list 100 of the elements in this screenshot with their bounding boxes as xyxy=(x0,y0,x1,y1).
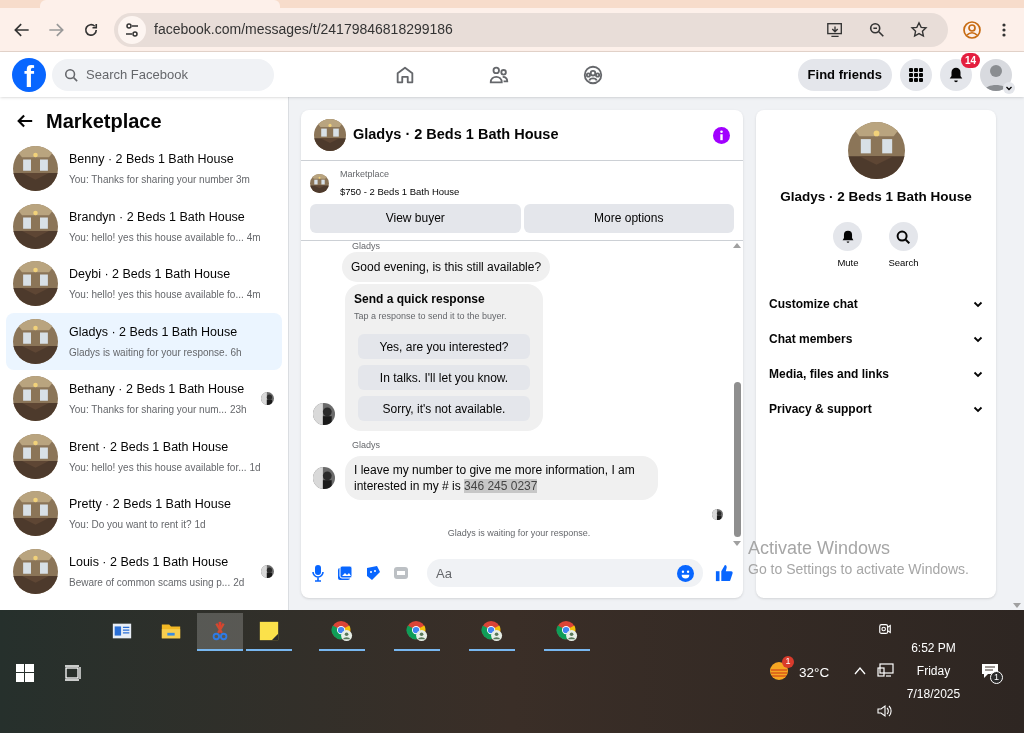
section-row[interactable]: Privacy & support xyxy=(769,391,983,427)
message-time: 3m xyxy=(236,173,250,188)
quick-reply-button[interactable]: Sorry, it's not available. xyxy=(358,396,530,422)
quick-reply-button[interactable]: In talks. I'll let you know. xyxy=(358,365,530,391)
card-title: Send a quick response xyxy=(354,290,486,308)
network-icon[interactable] xyxy=(877,663,894,678)
sender-name: Gladys xyxy=(352,240,381,251)
emoji-icon[interactable] xyxy=(677,564,694,582)
message-bar[interactable]: Aa xyxy=(427,559,703,587)
address-bar[interactable]: facebook.com/messages/t/24179846818299186 xyxy=(114,12,948,47)
conversation-name: Benny · 2 Beds 1 Bath House xyxy=(69,151,235,169)
search-icon xyxy=(64,67,78,82)
message-preview: You: hello! yes this house available fo... xyxy=(69,230,244,245)
activation-title: Activate Windows xyxy=(748,537,892,559)
zoom-icon[interactable] xyxy=(868,20,886,39)
action-button[interactable]: View buyer xyxy=(310,203,521,233)
microphone-icon[interactable] xyxy=(311,564,325,582)
message-preview: You: hello! yes this house available fo... xyxy=(69,288,244,303)
clock[interactable]: 6:52 PM Friday 7/18/2025 xyxy=(896,640,971,702)
section-row[interactable]: Chat members xyxy=(769,321,983,357)
grid-icon xyxy=(908,66,924,83)
conversation-item[interactable]: Brandyn · 2 Beds 1 Bath House You: hello! yes this house available fo... 4m xyxy=(6,197,282,255)
action-label: Search xyxy=(888,256,919,271)
conversation-name: Deybi · 2 Beds 1 Bath House xyxy=(69,266,232,284)
message-time: 1d xyxy=(194,518,206,533)
chevron-icon xyxy=(973,369,983,379)
conversation-item[interactable]: Louis · 2 Beds 1 Bath House Beware of common scams using p... 2d xyxy=(6,542,282,600)
chrome-icon xyxy=(556,620,578,642)
conversation-item[interactable]: Gladys · 2 Beds 1 Bath House Gladys is waiting for your response. 6h xyxy=(6,312,282,370)
chevron-icon[interactable] xyxy=(1003,81,1015,94)
sidebar-title: Marketplace xyxy=(46,109,162,134)
notification-badge: 14 xyxy=(960,52,980,68)
conversation-name: Gladys · 2 Beds 1 Bath House xyxy=(69,323,239,341)
profile-icon[interactable] xyxy=(962,19,982,40)
notes-icon xyxy=(258,620,280,642)
chevron-icon xyxy=(973,404,983,414)
info-icon[interactable] xyxy=(713,126,730,144)
message-preview: You: Thanks for sharing your number xyxy=(69,173,233,188)
message-time: 4m xyxy=(246,230,261,245)
back-arrow-icon[interactable] xyxy=(16,112,34,130)
chrome-icon xyxy=(331,620,353,642)
thumbs-up-icon[interactable] xyxy=(715,564,733,582)
site-info-button[interactable] xyxy=(118,15,146,44)
status-text: Gladys is waiting for your response. xyxy=(447,527,591,539)
section-row[interactable]: Media, files and links xyxy=(769,356,983,392)
photo-icon[interactable] xyxy=(337,565,353,581)
message-bubble: Good evening, is this still available? xyxy=(342,251,551,282)
message-preview: Gladys is waiting for your response. xyxy=(69,345,228,360)
message-field[interactable]: Aa xyxy=(436,560,677,586)
chevron-up-icon[interactable] xyxy=(854,666,866,676)
weather-badge: 1 xyxy=(782,656,794,668)
camera-icon[interactable] xyxy=(878,622,892,636)
conversation-item[interactable]: Deybi · 2 Beds 1 Bath House You: hello! yes this house available fo... 4m xyxy=(6,255,282,313)
quick-reply-button[interactable]: Yes, are you interested? xyxy=(358,334,530,360)
menu-button[interactable] xyxy=(900,58,932,91)
action-button[interactable]: More options xyxy=(523,203,734,233)
windows-start-icon[interactable] xyxy=(16,664,34,682)
message-preview: You: Do you want to rent it? xyxy=(69,518,192,533)
action-label: Mute xyxy=(837,256,859,271)
chrome-icon xyxy=(406,620,428,642)
find-friends-button[interactable]: Find friends xyxy=(797,58,892,91)
message-time: 4m xyxy=(246,288,261,303)
conversation-name: Brandyn · 2 Beds 1 Bath House xyxy=(69,208,246,226)
conversation-name: Bethany · 2 Beds 1 Bath House xyxy=(69,381,246,399)
search-button[interactable] xyxy=(889,222,918,252)
message-time: 1d xyxy=(249,460,261,475)
message-time: 6h xyxy=(230,345,242,360)
message-time: 23h xyxy=(229,403,247,418)
message-bubble: I leave my number to give me more information, I am interested in my # is 346 245 0237 xyxy=(345,455,658,500)
speaker-icon[interactable] xyxy=(877,704,893,718)
sun-icon[interactable] xyxy=(768,660,790,682)
details-title: Gladys · 2 Beds 1 Bath House xyxy=(780,188,972,206)
star-icon[interactable] xyxy=(910,20,928,39)
notification-count: 1 xyxy=(990,671,1003,684)
facebook-logo[interactable]: f xyxy=(12,57,46,92)
conversation-name: Pretty · 2 Beds 1 Bath House xyxy=(69,496,232,514)
chevron-icon xyxy=(973,334,983,344)
conversation-name: Brent · 2 Beds 1 Bath House xyxy=(69,438,230,456)
listing-title: $750 - 2 Beds 1 Bath House xyxy=(340,184,460,199)
chevron-icon xyxy=(973,299,983,309)
install-icon[interactable] xyxy=(826,20,844,39)
conversation-item[interactable]: Brent · 2 Beds 1 Bath House You: hello! yes this house available for... 1d xyxy=(6,427,282,485)
search-bar[interactable]: Search Facebook xyxy=(52,58,274,91)
conversation-item[interactable]: Benny · 2 Beds 1 Bath House You: Thanks for sharing your number 3m xyxy=(6,140,282,198)
section-row[interactable]: Customize chat xyxy=(769,286,983,322)
search-field[interactable]: Search Facebook xyxy=(86,59,256,90)
message-preview: You: Thanks for sharing your num... xyxy=(69,403,227,418)
activation-subtitle: Go to Settings to activate Windows. xyxy=(748,560,969,579)
groups-icon[interactable] xyxy=(582,63,604,86)
temperature-text: 32°C xyxy=(799,664,830,682)
conversation-name: Louis · 2 Beds 1 Bath House xyxy=(69,553,230,571)
chat-title: Gladys · 2 Beds 1 Bath House xyxy=(353,125,560,145)
listing-label: Marketplace xyxy=(340,168,391,181)
task-view-icon[interactable] xyxy=(64,664,82,682)
message-time: 2d xyxy=(233,575,245,590)
conversation-item[interactable]: Pretty · 2 Beds 1 Bath House You: Do you want to rent it? 1d xyxy=(6,485,282,543)
conversation-item[interactable]: Bethany · 2 Beds 1 Bath House You: Thanks for sharing your num... 23h xyxy=(6,370,282,428)
sticker-icon[interactable] xyxy=(365,565,381,581)
tune-icon xyxy=(124,21,140,38)
mute-button[interactable] xyxy=(833,222,863,252)
